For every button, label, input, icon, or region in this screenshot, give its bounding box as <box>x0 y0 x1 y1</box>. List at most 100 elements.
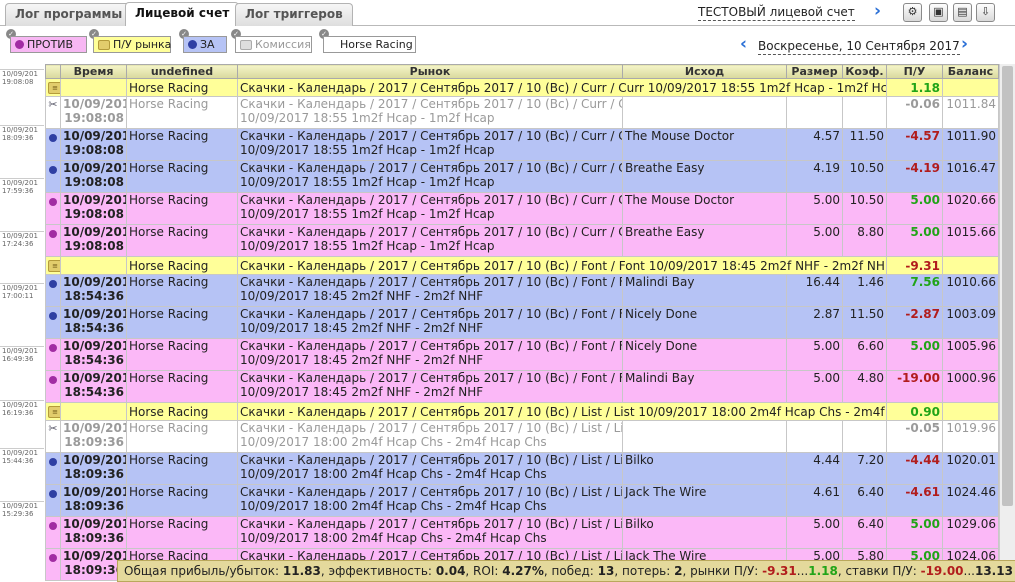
date-label[interactable]: Воскресенье, 10 Сентября 2017 <box>758 39 960 55</box>
gutter-time: 17:24:36 <box>2 240 34 248</box>
filter-label: Комиссия <box>255 38 311 51</box>
bet-time: 18:54:36 <box>64 385 124 399</box>
bet-row[interactable]: 10/09/201718:54:36Horse RacingСкачки - К… <box>45 338 999 371</box>
status-roi-label: , ROI: <box>465 564 499 578</box>
print-button[interactable]: ▤ <box>953 3 972 22</box>
balance-cell: 1015.66 <box>942 224 999 257</box>
bet-row[interactable]: 10/09/201718:54:36Horse RacingСкачки - К… <box>45 370 999 403</box>
col-outcome[interactable]: Исход <box>622 64 787 79</box>
col-market[interactable]: Рынок <box>237 64 623 79</box>
bet-date: 10/09/2017 <box>63 275 126 290</box>
status-markets-sep: ... <box>796 564 809 578</box>
bet-icon-cell <box>45 224 61 257</box>
tab-account[interactable]: Лицевой счет <box>125 2 240 26</box>
market-cell: Скачки - Календарь / 2017 / Сентябрь 201… <box>237 224 623 257</box>
bet-row[interactable]: 10/09/201718:54:36Horse RacingСкачки - К… <box>45 274 999 307</box>
market-line-1: Скачки - Календарь / 2017 / Сентябрь 201… <box>240 129 623 144</box>
odds-cell: 8.80 <box>842 224 887 257</box>
bet-row[interactable]: ✂10/09/201719:08:08Horse RacingСкачки - … <box>45 96 999 129</box>
tab-trigger-log[interactable]: Лог триггеров <box>235 3 353 26</box>
col-sport[interactable]: undefined <box>126 64 238 79</box>
time-cell: 10/09/201719:08:08 <box>60 96 127 129</box>
filter-label: П/У рынка <box>113 38 172 51</box>
size-cell: 16.44 <box>786 274 843 307</box>
bet-row[interactable]: 10/09/201718:09:36Horse RacingСкачки - К… <box>45 452 999 485</box>
bet-row[interactable]: 10/09/201718:09:36Horse RacingСкачки - К… <box>45 484 999 517</box>
filter-market-pl[interactable]: П/У рынка <box>93 36 171 53</box>
size-cell: 5.00 <box>786 370 843 403</box>
balance-cell <box>942 256 999 275</box>
sport-cell: Horse Racing <box>126 224 238 257</box>
outcome-cell: The Mouse Doctor <box>622 192 787 225</box>
status-wins-label: , побед: <box>543 564 594 578</box>
scrollbar-thumb[interactable] <box>1002 66 1013 506</box>
filter-label: Horse Racing <box>340 38 413 51</box>
status-total: 11.83 <box>282 564 321 578</box>
size-cell <box>786 96 843 129</box>
bet-row[interactable]: 10/09/201719:08:08Horse RacingСкачки - К… <box>45 160 999 193</box>
bet-time: 19:08:08 <box>64 175 124 189</box>
export-button[interactable]: ⇩ <box>976 3 995 22</box>
market-line-1: Скачки - Календарь / 2017 / Сентябрь 201… <box>240 97 623 112</box>
filter-sport[interactable]: Horse Racing <box>323 36 416 53</box>
odds-cell: 11.50 <box>842 128 887 161</box>
gutter-timestamp: 10/09/201 15:44:36 <box>2 449 44 465</box>
odds-cell: 7.20 <box>842 452 887 485</box>
size-cell: 5.00 <box>786 516 843 549</box>
col-size[interactable]: Размер <box>786 64 843 79</box>
filter-commission[interactable]: Комиссия <box>235 36 312 53</box>
pl-cell: 0.90 <box>886 402 943 421</box>
bet-row[interactable]: 10/09/201718:09:36Horse RacingСкачки - К… <box>45 516 999 549</box>
gutter-timestamp: 10/09/201 17:59:36 <box>2 179 44 195</box>
tab-program-log[interactable]: Лог программы <box>5 3 133 26</box>
balance-cell: 1010.66 <box>942 274 999 307</box>
gutter-date: 10/09/201 <box>2 449 38 457</box>
bet-row[interactable]: ✂10/09/201718:09:36Horse RacingСкачки - … <box>45 420 999 453</box>
bet-row[interactable]: 10/09/201719:08:08Horse RacingСкачки - К… <box>45 224 999 257</box>
balance-cell: 1003.09 <box>942 306 999 339</box>
lay-bet-dot-icon <box>49 522 57 530</box>
pl-cell: -0.05 <box>886 420 943 453</box>
time-cell: 10/09/201719:08:08 <box>60 128 127 161</box>
market-summary-row[interactable]: ≡ Horse Racing Скачки - Календарь / 2017 /… <box>45 402 999 421</box>
market-summary-row[interactable]: ≡ Horse Racing Скачки - Календарь / 2017 /… <box>45 78 999 97</box>
outcome-cell: Breathe Easy <box>622 224 787 257</box>
col-time[interactable]: Время <box>60 64 127 79</box>
bet-row[interactable]: 10/09/201719:08:08Horse RacingСкачки - К… <box>45 192 999 225</box>
account-title[interactable]: ТЕСТОВЫЙ лицевой счет <box>698 5 855 21</box>
gutter-timestamp: 10/09/201 18:09:36 <box>2 126 44 142</box>
market-cell: Скачки - Календарь / 2017 / Сентябрь 201… <box>237 78 887 97</box>
folder-icon <box>240 40 252 50</box>
pl-cell: 1.18 <box>886 78 943 97</box>
col-odds[interactable]: Коэф. <box>842 64 887 79</box>
bet-date: 10/09/2017 <box>63 517 126 532</box>
odds-cell: 4.80 <box>842 370 887 403</box>
sport-cell: Horse Racing <box>126 256 238 275</box>
balance-cell: 1024.46 <box>942 484 999 517</box>
market-summary-row[interactable]: ≡ Horse Racing Скачки - Календарь / 2017 /… <box>45 256 999 275</box>
size-cell: 4.57 <box>786 128 843 161</box>
status-bets-max: 13.13 <box>974 564 1013 578</box>
filter-lay[interactable]: ПРОТИВ <box>10 36 87 53</box>
save-button[interactable]: ▣ <box>929 3 948 22</box>
filter-back[interactable]: ЗА <box>183 36 227 53</box>
col-balance[interactable]: Баланс <box>942 64 999 79</box>
time-cell: 10/09/201718:09:36 <box>60 484 127 517</box>
bet-icon-cell: ✂ <box>45 420 61 453</box>
odds-cell: 10.50 <box>842 192 887 225</box>
market-cell: Скачки - Календарь / 2017 / Сентябрь 201… <box>237 128 623 161</box>
col-pl[interactable]: П/У <box>886 64 943 79</box>
account-table: Время undefined Рынок Исход Размер Коэф.… <box>45 64 999 581</box>
bet-row[interactable]: 10/09/201719:08:08Horse RacingСкачки - К… <box>45 128 999 161</box>
balance-cell: 1020.66 <box>942 192 999 225</box>
gutter-date: 10/09/201 <box>2 401 38 409</box>
settings-button[interactable]: ⚙ <box>903 3 922 22</box>
chevron-right-icon[interactable]: › <box>961 36 968 53</box>
sport-cell: Horse Racing <box>126 370 238 403</box>
bet-row[interactable]: 10/09/201718:54:36Horse RacingСкачки - К… <box>45 306 999 339</box>
chevron-left-icon[interactable]: ‹ <box>740 36 747 53</box>
chevron-right-icon[interactable]: › <box>874 3 881 20</box>
vertical-scrollbar[interactable] <box>999 64 1015 582</box>
market-cell: Скачки - Календарь / 2017 / Сентябрь 201… <box>237 338 623 371</box>
balance-cell: 1016.47 <box>942 160 999 193</box>
